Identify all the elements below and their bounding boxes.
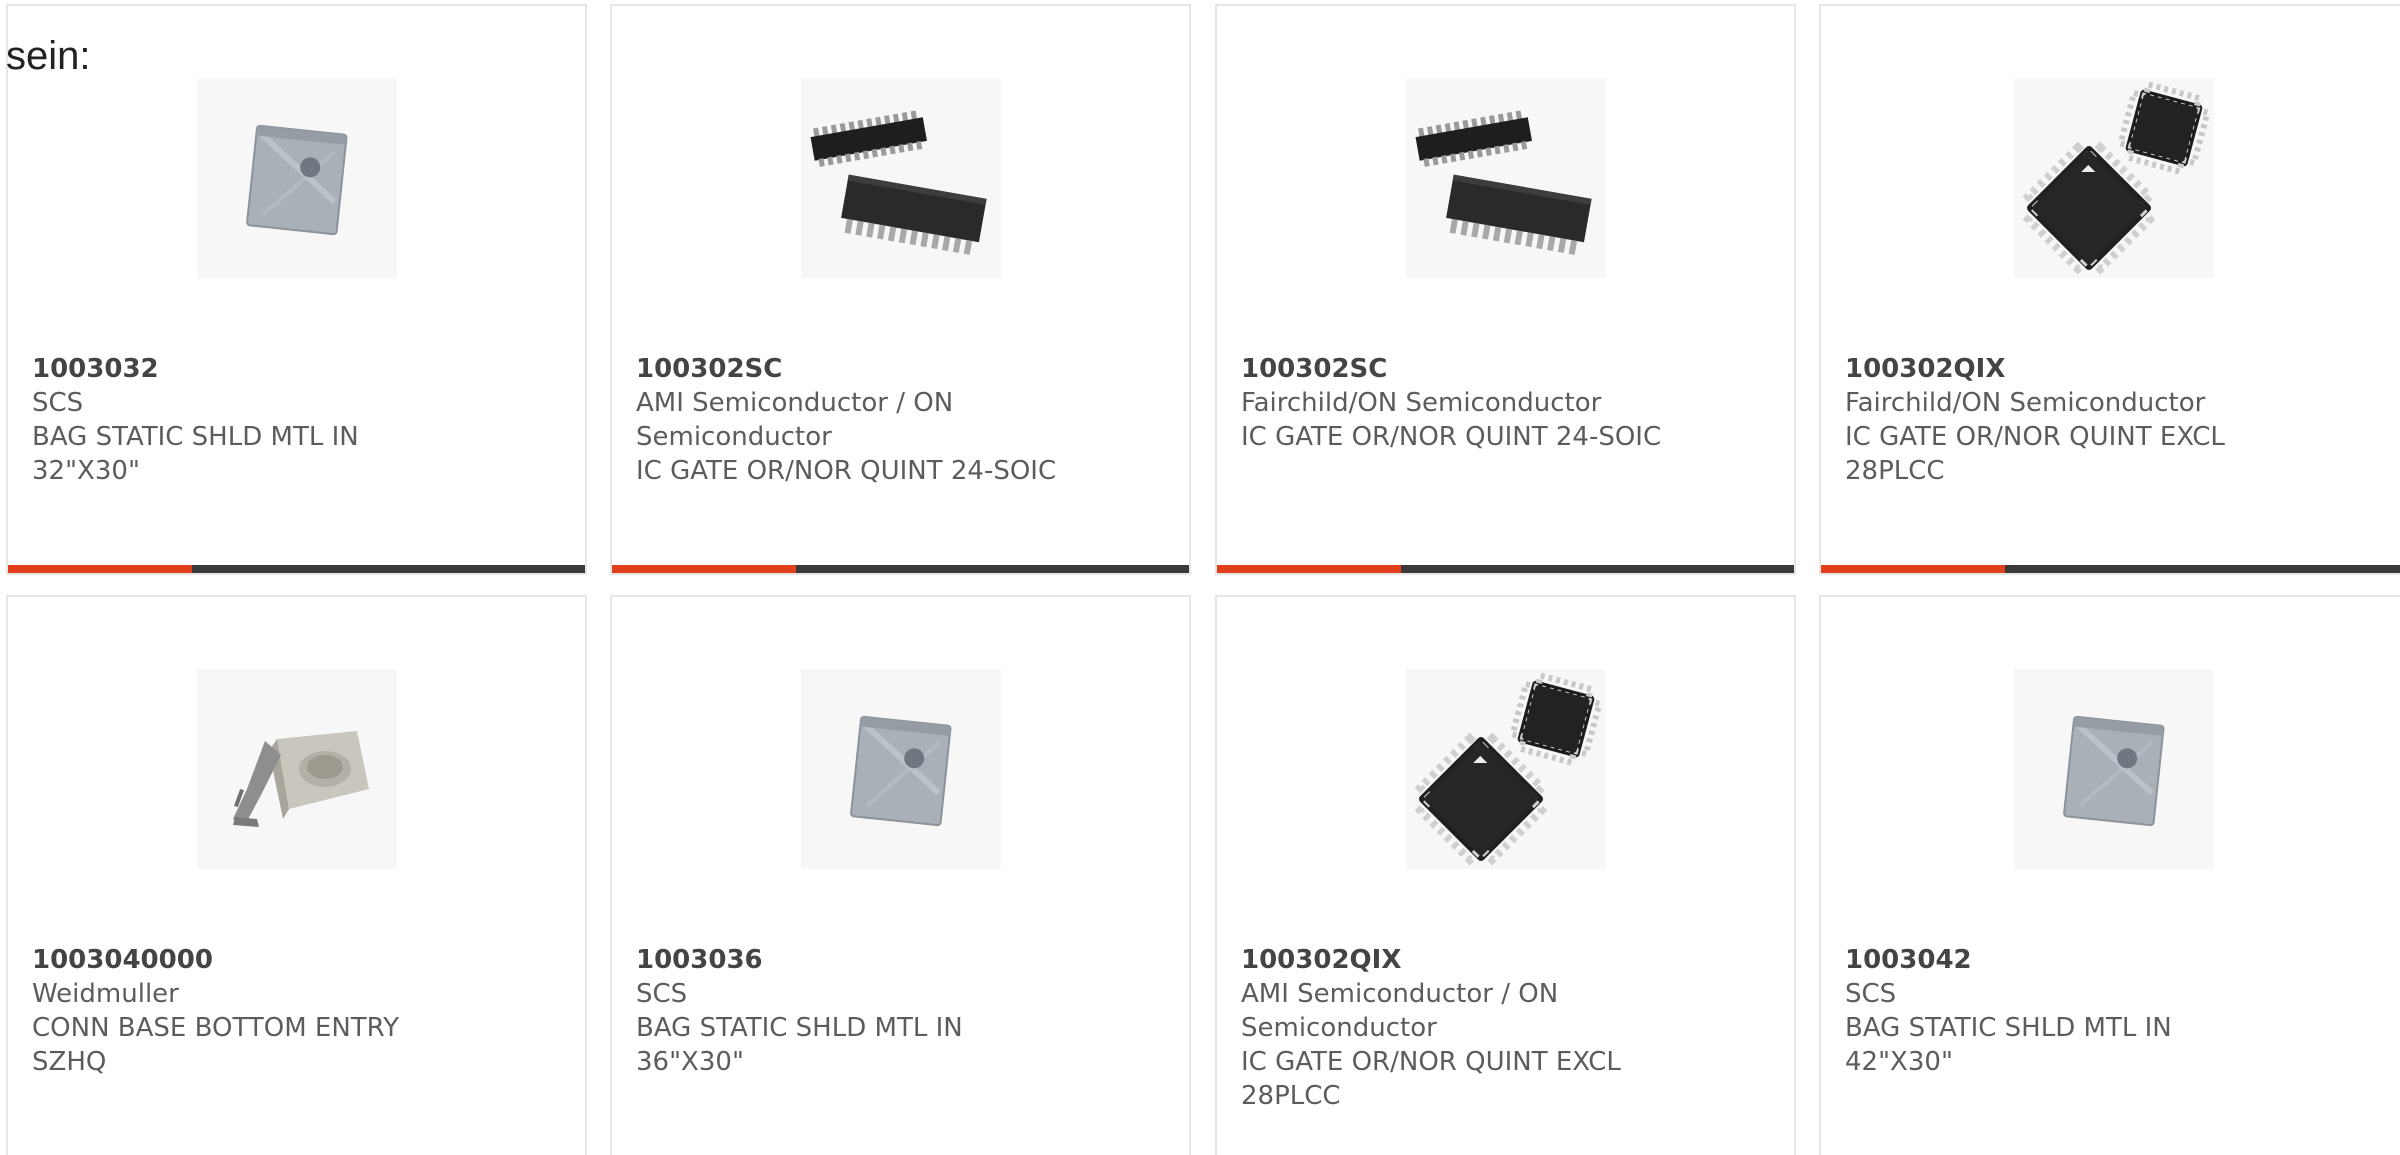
plcc-chip-icon [1405,669,1606,869]
description-line: CONN BASE BOTTOM ENTRY [32,1013,399,1043]
part-number[interactable]: 1003040000 [32,943,565,977]
product-info: 100302QIX Fairchild/ON Semiconductor IC … [1845,352,2387,488]
product-info: 100302SC AMI Semiconductor / ON Semicond… [636,352,1129,488]
manufacturer: Fairchild/ON Semiconductor [1241,388,1602,418]
description-line: SZHQ [32,1047,107,1077]
product-card[interactable]: 1003042 SCS BAG STATIC SHLD MTL IN 42"X3… [1819,595,2400,1155]
manufacturer: SCS [636,979,688,1009]
product-card[interactable]: 1003040000 Weidmuller CONN BASE BOTTOM E… [6,595,587,1155]
description-line: IC GATE OR/NOR QUINT 24-SOIC [636,456,1057,486]
manufacturer: SCS [1845,979,1897,1009]
card-accent-bar [1217,565,1401,573]
connector-base-icon [196,669,397,869]
card-bottom-bar [612,565,1189,573]
description-line: BAG STATIC SHLD MTL IN [636,1013,963,1043]
description-line: IC GATE OR/NOR QUINT EXCL [1845,422,2225,452]
static-bag-icon [196,78,397,278]
description-line: 32"X30" [32,456,140,486]
card-accent-bar [612,565,796,573]
manufacturer: SCS [32,388,84,418]
description-line: BAG STATIC SHLD MTL IN [1845,1013,2172,1043]
part-number[interactable]: 1003032 [32,352,565,386]
product-info: 100302QIX AMI Semiconductor / ON Semicon… [1241,943,1734,1113]
part-number[interactable]: 1003036 [636,943,1169,977]
part-number[interactable]: 100302QIX [1241,943,1734,977]
description-line: 28PLCC [1241,1081,1341,1111]
manufacturer: AMI Semiconductor / ON Semiconductor [636,388,954,452]
card-bottom-bar [1217,565,1794,573]
part-number[interactable]: 100302SC [1241,352,1774,386]
lead-text: sein: [6,34,91,78]
description-line: 36"X30" [636,1047,744,1077]
manufacturer: Weidmuller [32,979,179,1009]
product-card[interactable]: 100302QIX AMI Semiconductor / ON Semicon… [1215,595,1796,1155]
soic-chip-icon [1405,78,1606,278]
part-number[interactable]: 100302SC [636,352,1129,386]
part-number[interactable]: 100302QIX [1845,352,2387,386]
product-card[interactable]: 1003032 SCS BAG STATIC SHLD MTL IN 32"X3… [6,4,587,575]
product-card[interactable]: 1003036 SCS BAG STATIC SHLD MTL IN 36"X3… [610,595,1191,1155]
description-line: IC GATE OR/NOR QUINT 24-SOIC [1241,422,1662,452]
product-grid-page: sein: 1003032 SCS BAG STATIC SHLD MTL IN… [0,0,2400,1155]
description-line: IC GATE OR/NOR QUINT EXCL [1241,1047,1621,1077]
static-bag-icon [2014,669,2214,869]
description-line: 42"X30" [1845,1047,1953,1077]
product-info: 1003032 SCS BAG STATIC SHLD MTL IN 32"X3… [32,352,565,488]
product-card[interactable]: 100302SC Fairchild/ON Semiconductor IC G… [1215,4,1796,575]
manufacturer: AMI Semiconductor / ON Semiconductor [1241,979,1559,1043]
card-bottom-bar [8,565,585,573]
product-info: 1003042 SCS BAG STATIC SHLD MTL IN 42"X3… [1845,943,2387,1079]
product-card[interactable]: 100302QIX Fairchild/ON Semiconductor IC … [1819,4,2400,575]
card-accent-bar [8,565,192,573]
description-line: 28PLCC [1845,456,1945,486]
product-info: 1003040000 Weidmuller CONN BASE BOTTOM E… [32,943,565,1079]
plcc-chip-icon [2014,78,2214,278]
soic-chip-icon [800,78,1001,278]
description-line: BAG STATIC SHLD MTL IN [32,422,359,452]
product-info: 1003036 SCS BAG STATIC SHLD MTL IN 36"X3… [636,943,1169,1079]
product-info: 100302SC Fairchild/ON Semiconductor IC G… [1241,352,1774,454]
card-accent-bar [1821,565,2005,573]
part-number[interactable]: 1003042 [1845,943,2387,977]
card-bottom-bar [1821,565,2400,573]
manufacturer: Fairchild/ON Semiconductor [1845,388,2206,418]
product-card[interactable]: 100302SC AMI Semiconductor / ON Semicond… [610,4,1191,575]
static-bag-icon [800,669,1001,869]
